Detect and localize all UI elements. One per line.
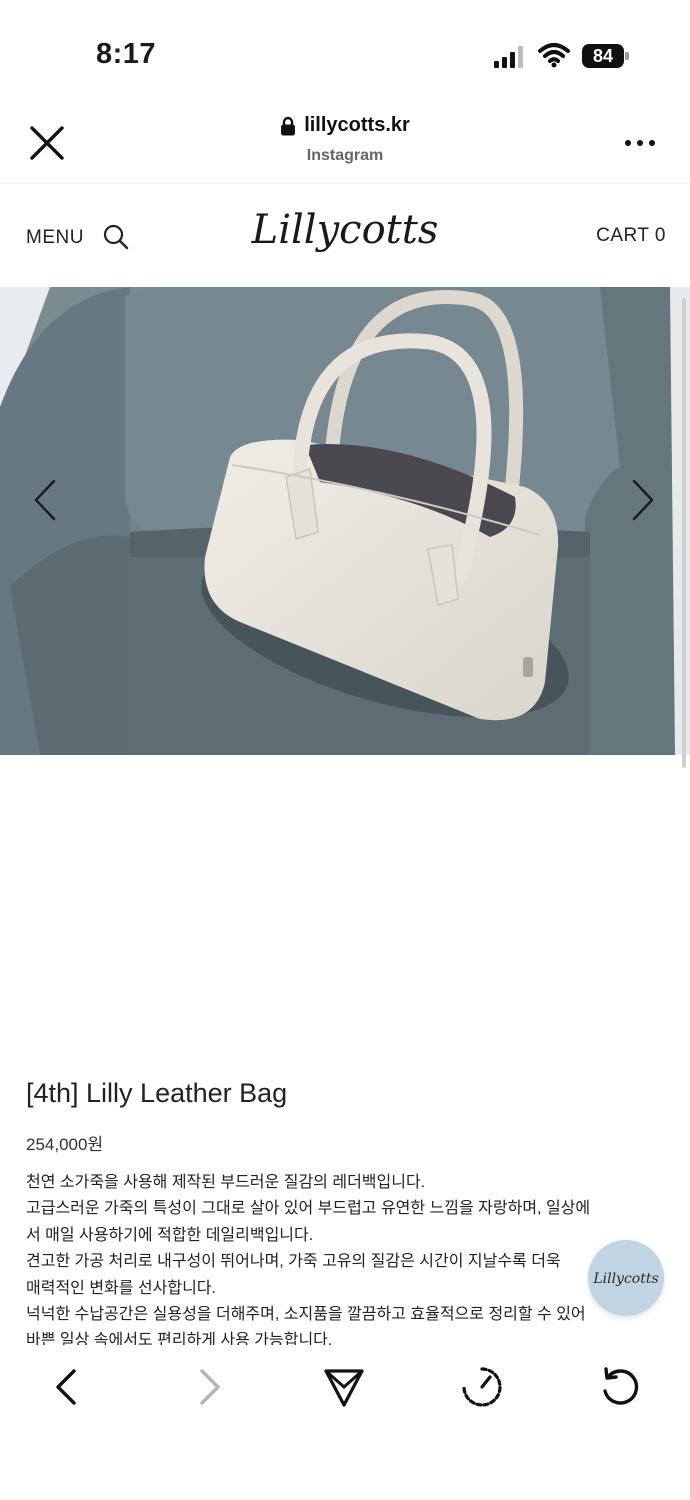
status-bar: 8:17 84 [0, 0, 690, 100]
history-icon[interactable] [460, 1365, 504, 1409]
signal-icon [494, 46, 523, 68]
battery-level: 84 [582, 44, 624, 68]
back-icon[interactable] [46, 1365, 90, 1409]
menu-button[interactable]: MENU [26, 227, 84, 249]
page-scrollbar[interactable] [682, 298, 686, 768]
source-label: Instagram [306, 146, 384, 164]
site-logo[interactable]: Lillycotts [245, 195, 445, 269]
chevron-left-icon[interactable] [30, 475, 60, 525]
browser-header: lillycotts.kr Instagram [0, 100, 690, 184]
send-icon[interactable] [322, 1365, 366, 1409]
description-line: 고급스러운 가죽의 특성이 그대로 살아 있어 부드럽고 유연한 느낌을 자랑하… [26, 1200, 591, 1218]
forward-icon[interactable] [186, 1365, 230, 1409]
browser-toolbar [0, 1345, 690, 1500]
lock-icon [281, 116, 296, 135]
product-title: [4th] Lilly Leather Bag [26, 1078, 288, 1108]
product-price: 254,000원 [26, 1135, 104, 1154]
product-image-carousel[interactable] [0, 287, 690, 755]
product-description: 천연 소가죽을 사용해 제작된 부드러운 질감의 레더백입니다. 고급스러운 가… [26, 1170, 666, 1355]
search-icon[interactable] [102, 223, 130, 251]
description-line: 서 매일 사용하기에 적합한 데일리백입니다. [26, 1226, 314, 1244]
reload-icon[interactable] [598, 1365, 642, 1409]
url-text: lillycotts.kr [304, 114, 410, 136]
status-time: 8:17 [96, 38, 157, 70]
badge-text: Lillycotts [592, 1271, 658, 1287]
description-line: 넉넉한 수납공간은 실용성을 더해주며, 소지품을 깔끔하고 효율적으로 정리할… [26, 1306, 586, 1324]
more-icon[interactable] [622, 134, 658, 152]
battery-icon: 84 [582, 44, 630, 68]
badge-logo: Lillycotts [592, 1271, 658, 1287]
site-header: MENU Lillycotts CART 0 [0, 185, 690, 287]
description-line: 천연 소가죽을 사용해 제작된 부드러운 질감의 레더백입니다. [26, 1174, 426, 1191]
logo-text: Lillycotts [251, 207, 439, 253]
chevron-right-icon[interactable] [628, 475, 658, 525]
description-line: 매력적인 변화를 선사합니다. [26, 1279, 216, 1297]
floating-logo-button[interactable]: Lillycotts [588, 1240, 664, 1316]
product-photo [0, 287, 690, 755]
address-bar[interactable]: lillycotts.kr Instagram [0, 114, 690, 165]
cart-button[interactable]: CART 0 [596, 225, 666, 247]
wifi-icon [538, 43, 570, 68]
description-line: 견고한 가공 처리로 내구성이 뛰어나며, 가죽 고유의 질감은 시간이 지날수… [26, 1253, 561, 1271]
